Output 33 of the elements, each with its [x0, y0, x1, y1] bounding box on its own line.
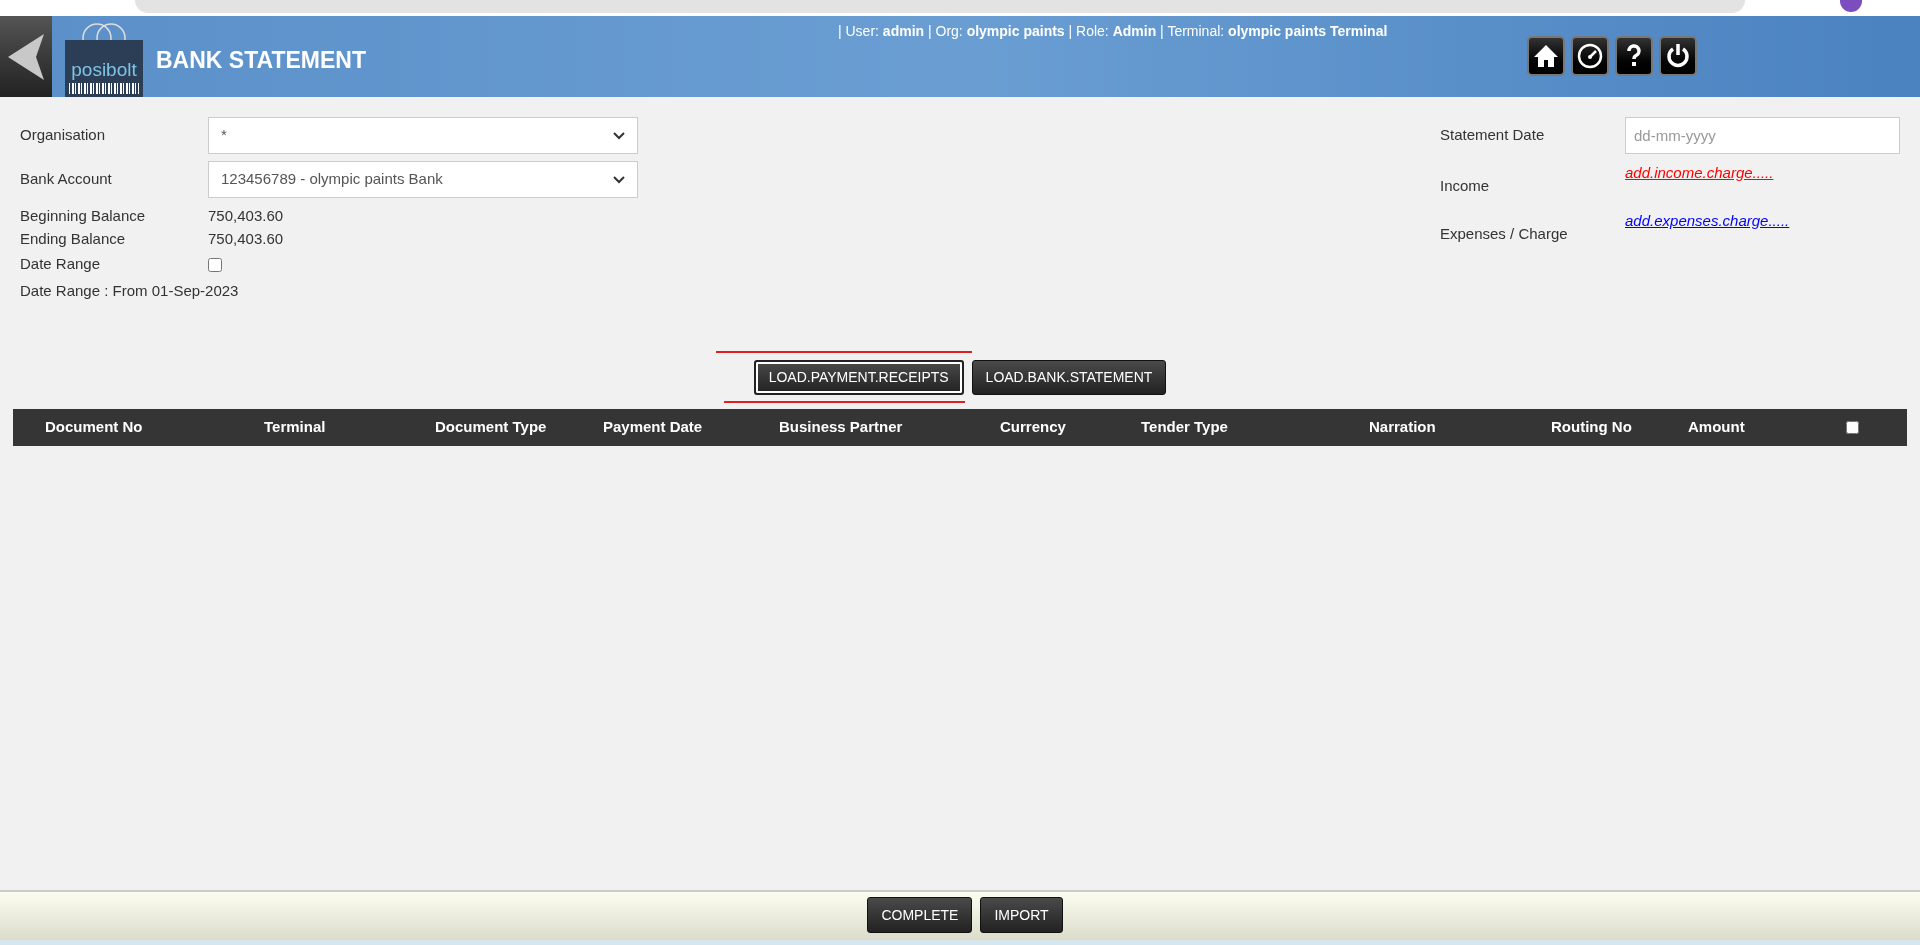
field-label: Statement Date: [1440, 125, 1546, 146]
column-header[interactable]: Tender Type: [1141, 416, 1369, 439]
column-header[interactable]: Business Partner: [779, 416, 1000, 439]
balance-value: 750,403.60: [208, 229, 284, 250]
load-button[interactable]: LOAD.BANK.STATEMENT: [971, 360, 1167, 395]
column-header[interactable]: Currency: [1000, 416, 1141, 439]
column-header[interactable]: Payment Date: [603, 416, 779, 439]
column-header[interactable]: Terminal: [264, 416, 435, 439]
add-income-link[interactable]: add.income.charge.....: [1625, 164, 1774, 181]
footer-button[interactable]: COMPLETE: [867, 897, 973, 933]
column-header[interactable]: Amount: [1688, 416, 1846, 439]
field-label: Date Range: [20, 254, 102, 275]
field-label: Expenses / Charge: [1440, 224, 1569, 244]
column-header[interactable]: Document No: [45, 416, 264, 439]
column-header[interactable]: Narration: [1369, 416, 1551, 439]
column-header[interactable]: Routing No: [1551, 416, 1688, 439]
add-expenses-link[interactable]: add.expenses.charge.....: [1625, 212, 1790, 229]
field-label: Income: [1440, 176, 1491, 196]
field-label: Ending Balance: [20, 229, 127, 250]
page-title: BANK STATEMENT: [156, 46, 366, 76]
field-label: Beginning Balance: [20, 206, 147, 227]
statement-date-field[interactable]: dd-mm-yyyy: [1625, 117, 1900, 154]
date-range-text: Date Range : From 01-Sep-2023: [20, 281, 239, 302]
load-button[interactable]: LOAD.PAYMENT.RECEIPTS: [753, 360, 964, 395]
column-header[interactable]: Document Type: [435, 416, 603, 439]
posibolt-logo: posibolt: [65, 20, 143, 97]
select-field[interactable]: *: [208, 117, 638, 154]
field-label: Organisation: [20, 125, 107, 146]
balance-value: 750,403.60: [208, 206, 284, 227]
footer-button[interactable]: IMPORT: [980, 897, 1063, 933]
session-info: | User: admin | Org: olympic paints | Role: Admin | Terminal: olympic paints Terminal: [837, 22, 1388, 41]
field-label: Bank Account: [20, 169, 113, 190]
select-field[interactable]: 123456789 - olympic paints Bank: [208, 161, 638, 198]
